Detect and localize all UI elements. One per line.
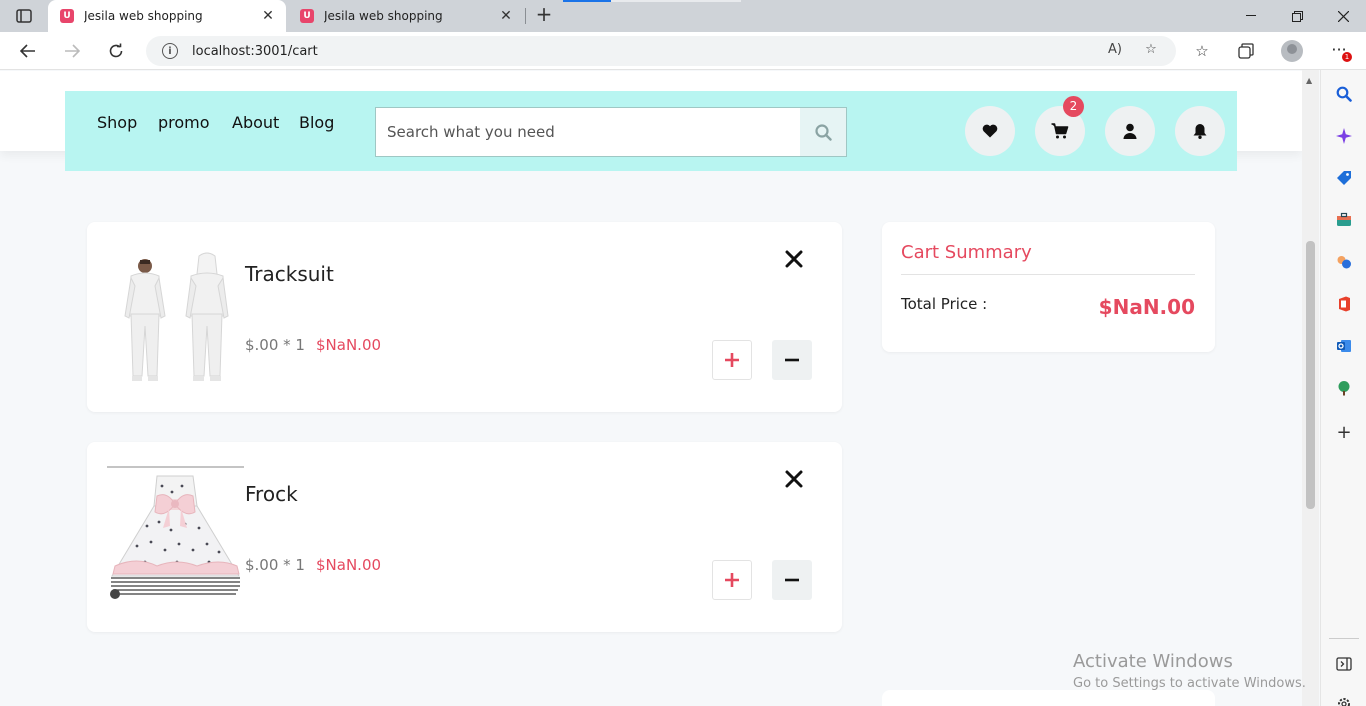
heart-icon	[982, 124, 998, 138]
increase-quantity-button[interactable]	[712, 560, 752, 600]
notifications-button[interactable]	[1175, 106, 1225, 156]
refresh-button[interactable]	[101, 36, 131, 66]
close-window-button[interactable]	[1320, 0, 1366, 32]
page-content: Shop promo About Blog Search what you ne…	[0, 71, 1302, 706]
product-unit-price: $.00 * 1	[245, 556, 305, 574]
scroll-up-arrow-icon[interactable]: ▲	[1306, 76, 1312, 85]
plus-icon	[725, 573, 739, 587]
back-button[interactable]	[13, 36, 43, 66]
cart-count-badge: 2	[1063, 96, 1084, 117]
frock-photo	[107, 466, 244, 606]
site-favicon-icon: U	[300, 9, 314, 23]
product-unit-price: $.00 * 1	[245, 336, 305, 354]
remove-item-button[interactable]	[781, 246, 807, 272]
site-info-icon[interactable]: i	[162, 43, 178, 59]
watermark-title: Activate Windows	[1073, 651, 1233, 672]
favorites-icon[interactable]: ☆	[1191, 40, 1213, 62]
sidebar-divider	[1329, 638, 1359, 639]
windows-activation-watermark: Activate Windows Go to Settings to activ…	[1073, 651, 1306, 691]
tab-accent-line	[563, 0, 611, 2]
tree-icon[interactable]	[1334, 378, 1354, 398]
total-price-label: Total Price :	[901, 295, 988, 313]
summary-secondary-card	[882, 690, 1215, 706]
search-icon[interactable]	[1334, 84, 1354, 104]
browser-toolbar: i localhost:3001/cart A) ☆ ☆ ··· 1	[0, 32, 1366, 70]
minus-icon	[785, 578, 799, 582]
search-button[interactable]	[800, 108, 846, 156]
watermark-subtitle: Go to Settings to activate Windows.	[1073, 676, 1306, 691]
tracksuit-photo	[107, 246, 244, 386]
tools-briefcase-icon[interactable]	[1334, 210, 1354, 230]
product-name: Frock	[245, 482, 298, 506]
close-tab-icon[interactable]: ✕	[494, 8, 518, 24]
decrease-quantity-button[interactable]	[772, 560, 812, 600]
shopping-tag-icon[interactable]	[1334, 168, 1354, 188]
remove-item-button[interactable]	[781, 466, 807, 492]
search-icon	[814, 123, 832, 141]
plus-icon	[725, 353, 739, 367]
profile-avatar[interactable]	[1281, 40, 1303, 62]
nav-promo[interactable]: promo	[158, 113, 210, 132]
settings-gear-icon[interactable]	[1334, 694, 1354, 706]
office-icon[interactable]	[1334, 294, 1354, 314]
tab-title: Jesila web shopping	[324, 9, 443, 23]
nav-about[interactable]: About	[232, 113, 279, 132]
browser-tab-bar: U Jesila web shopping ✕ U Jesila web sho…	[0, 0, 1366, 32]
close-icon	[785, 470, 803, 488]
account-button[interactable]	[1105, 106, 1155, 156]
add-favorite-icon[interactable]: ☆	[1142, 42, 1160, 60]
tab-actions-icon[interactable]	[10, 6, 38, 26]
scrollbar-thumb[interactable]	[1306, 241, 1315, 509]
close-icon	[785, 250, 803, 268]
tab-accent-line	[611, 0, 741, 2]
restore-button[interactable]	[1274, 0, 1320, 32]
total-price-value: $NaN.00	[1098, 295, 1195, 319]
decrease-quantity-button[interactable]	[772, 340, 812, 380]
product-name: Tracksuit	[245, 262, 334, 286]
search-form	[375, 107, 847, 157]
site-header: Shop promo About Blog	[65, 91, 1237, 171]
search-input[interactable]	[376, 108, 800, 156]
increase-quantity-button[interactable]	[712, 340, 752, 380]
nav-shop[interactable]: Shop	[97, 113, 137, 132]
new-tab-button[interactable]: +	[533, 4, 555, 26]
product-total-price: $NaN.00	[316, 556, 382, 574]
add-icon[interactable]: +	[1334, 422, 1354, 443]
collections-icon[interactable]	[1235, 40, 1257, 62]
summary-divider	[901, 274, 1195, 275]
minus-icon	[785, 358, 799, 362]
site-favicon-icon: U	[60, 9, 74, 23]
tab-divider	[525, 8, 526, 24]
copilot-sparkle-icon[interactable]	[1334, 126, 1354, 146]
shopping-cart-icon	[1051, 123, 1069, 139]
url-text: localhost:3001/cart	[192, 43, 318, 59]
cart-item: Frock $.00 * 1 $NaN.00	[87, 442, 842, 632]
hide-sidebar-icon[interactable]	[1334, 654, 1354, 674]
notification-badge: 1	[1342, 52, 1352, 62]
browser-tab-active[interactable]: U Jesila web shopping ✕	[48, 0, 286, 32]
outlook-icon[interactable]	[1334, 336, 1354, 356]
close-tab-icon[interactable]: ✕	[256, 8, 280, 24]
bell-icon	[1193, 124, 1207, 139]
browser-sidebar: +	[1320, 70, 1366, 706]
nav-blog[interactable]: Blog	[299, 113, 334, 132]
games-icon[interactable]	[1334, 252, 1354, 272]
tab-title: Jesila web shopping	[84, 9, 203, 23]
cart-summary: Cart Summary Total Price : $NaN.00	[882, 222, 1215, 352]
forward-button[interactable]	[57, 36, 87, 66]
address-bar[interactable]: i localhost:3001/cart A) ☆	[146, 36, 1176, 66]
page-scrollbar[interactable]: ▲	[1302, 70, 1319, 706]
read-aloud-icon[interactable]: A)	[1106, 42, 1124, 60]
minimize-button[interactable]	[1228, 0, 1274, 32]
product-total-price: $NaN.00	[316, 336, 382, 354]
user-icon	[1123, 123, 1137, 139]
cart-item: Tracksuit $.00 * 1 $NaN.00	[87, 222, 842, 412]
summary-title: Cart Summary	[901, 242, 1032, 263]
browser-tab-inactive[interactable]: U Jesila web shopping ✕	[288, 0, 524, 32]
wishlist-button[interactable]	[965, 106, 1015, 156]
